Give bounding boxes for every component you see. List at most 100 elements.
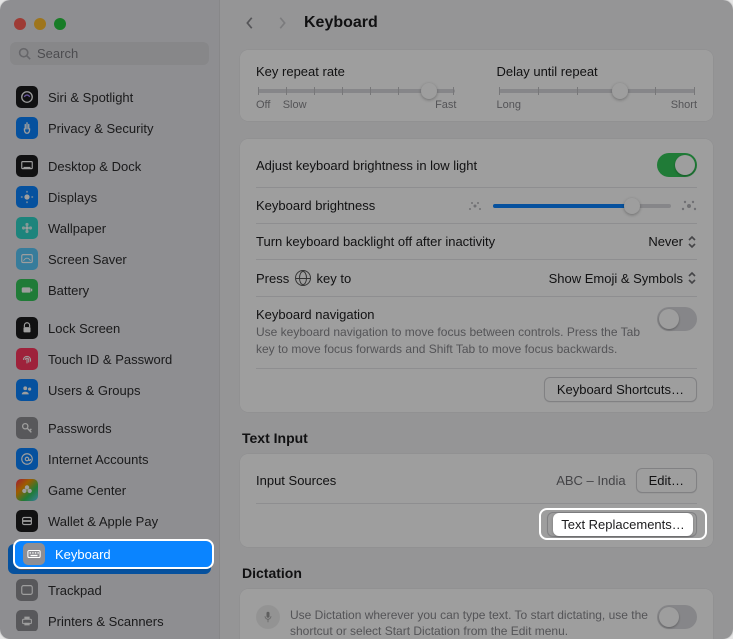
- sidebar-item-wallet-apple-pay[interactable]: Wallet & Apple Pay: [8, 506, 211, 536]
- rate-fast-label: Fast: [435, 99, 456, 111]
- keyboard-navigation-toggle[interactable]: [657, 307, 697, 331]
- dictation-heading: Dictation: [242, 565, 711, 581]
- text-replacements-button-cutout[interactable]: Text Replacements…: [553, 513, 693, 536]
- sidebar-item-label: Battery: [48, 283, 89, 298]
- sidebar-item-keyboard[interactable]: Keyboard: [15, 541, 212, 567]
- sidebar-item-displays[interactable]: Displays: [8, 182, 211, 212]
- forward-button[interactable]: [272, 16, 292, 30]
- close-window-button[interactable]: [14, 18, 26, 30]
- users-icon: [16, 379, 38, 401]
- auto-brightness-label: Adjust keyboard brightness in low light: [256, 158, 477, 173]
- flower-icon: [16, 217, 38, 239]
- lock-icon: [16, 317, 38, 339]
- sidebar-item-label: Game Center: [48, 483, 126, 498]
- sidebar-item-label: Siri & Spotlight: [48, 90, 133, 105]
- dictation-card: Use Dictation wherever you can type text…: [240, 589, 713, 639]
- printer-icon: [16, 610, 38, 631]
- globe-icon: [295, 270, 311, 286]
- key-repeat-rate-slider[interactable]: [258, 89, 455, 93]
- trackpad-icon: [16, 579, 38, 601]
- sun-icon: [16, 186, 38, 208]
- sidebar-item-game-center[interactable]: Game Center: [8, 475, 211, 505]
- key-repeat-rate-label: Key repeat rate: [256, 64, 457, 79]
- sidebar-item-printers-scanners[interactable]: Printers & Scanners: [8, 606, 211, 631]
- sidebar-item-internet-accounts[interactable]: Internet Accounts: [8, 444, 211, 474]
- delay-short-label: Short: [671, 99, 697, 111]
- brightness-high-icon: [681, 200, 697, 212]
- sidebar-item-screen-saver[interactable]: Screen Saver: [8, 244, 211, 274]
- backlight-inactivity-label: Turn keyboard backlight off after inacti…: [256, 234, 495, 249]
- sidebar-item-label: Internet Accounts: [48, 452, 148, 467]
- delay-until-repeat-slider[interactable]: [499, 89, 696, 93]
- siri-icon: [16, 86, 38, 108]
- minimize-window-button[interactable]: [34, 18, 46, 30]
- page-title: Keyboard: [304, 14, 378, 32]
- delay-long-label: Long: [497, 99, 521, 111]
- key-repeat-card: Key repeat rate Off Slow Fast Delay unti…: [240, 50, 713, 121]
- dictation-toggle[interactable]: [657, 605, 697, 629]
- fingerprint-icon: [16, 348, 38, 370]
- sidebar-item-privacy-security[interactable]: Privacy & Security: [8, 113, 211, 143]
- globe-key-label: Press key to: [256, 270, 351, 286]
- chevron-up-down-icon: [687, 271, 697, 285]
- keyboard-brightness-slider[interactable]: [493, 204, 671, 208]
- sidebar-item-label: Keyboard: [55, 547, 111, 562]
- search-placeholder: Search: [37, 46, 78, 61]
- sidebar-item-battery[interactable]: Battery: [8, 275, 211, 305]
- battery-icon: [16, 279, 38, 301]
- input-sources-edit-button[interactable]: Edit…: [636, 468, 697, 493]
- rate-slow-label: Slow: [283, 99, 307, 111]
- sidebar-item-passwords[interactable]: Passwords: [8, 413, 211, 443]
- sidebar-item-siri-spotlight[interactable]: Siri & Spotlight: [8, 82, 211, 112]
- chevron-up-down-icon: [687, 235, 697, 249]
- sidebar-item-label: Wallet & Apple Pay: [48, 514, 158, 529]
- sidebar-item-lock-screen[interactable]: Lock Screen: [8, 313, 211, 343]
- sidebar-item-desktop-dock[interactable]: Desktop & Dock: [8, 151, 211, 181]
- main-pane: Keyboard Key repeat rate Off Slow: [220, 0, 733, 639]
- sidebar-item-label: Screen Saver: [48, 252, 127, 267]
- auto-brightness-toggle[interactable]: [657, 153, 697, 177]
- input-sources-value: ABC – India: [556, 473, 625, 488]
- window-controls: [0, 8, 219, 42]
- sidebar-item-label: Wallpaper: [48, 221, 106, 236]
- brightness-low-icon: [467, 200, 483, 212]
- search-icon: [18, 47, 31, 60]
- sidebar-item-label: Passwords: [48, 421, 112, 436]
- input-sources-label: Input Sources: [256, 473, 336, 488]
- sidebar-item-wallpaper[interactable]: Wallpaper: [8, 213, 211, 243]
- sidebar-item-label: Privacy & Security: [48, 121, 153, 136]
- dictation-desc: Use Dictation wherever you can type text…: [290, 607, 657, 639]
- backlight-inactivity-select[interactable]: Never: [648, 234, 697, 249]
- rate-off-label: Off: [256, 99, 270, 111]
- keyboard-shortcuts-button[interactable]: Keyboard Shortcuts…: [544, 377, 697, 402]
- wallet-icon: [16, 510, 38, 532]
- keyboard-navigation-label: Keyboard navigation: [256, 307, 645, 322]
- sidebar-item-touch-id-password[interactable]: Touch ID & Password: [8, 344, 211, 374]
- delay-until-repeat-label: Delay until repeat: [497, 64, 698, 79]
- content-scroll[interactable]: Key repeat rate Off Slow Fast Delay unti…: [220, 42, 733, 639]
- sidebar-item-trackpad[interactable]: Trackpad: [8, 575, 211, 605]
- back-button[interactable]: [240, 16, 260, 30]
- sidebar-item-label: Printers & Scanners: [48, 614, 164, 629]
- sidebar-item-users-groups[interactable]: Users & Groups: [8, 375, 211, 405]
- at-icon: [16, 448, 38, 470]
- search-input[interactable]: Search: [10, 42, 209, 65]
- zoom-window-button[interactable]: [54, 18, 66, 30]
- microphone-icon: [256, 605, 280, 629]
- text-input-heading: Text Input: [242, 430, 711, 446]
- game-icon: [16, 479, 38, 501]
- sidebar-item-label: Users & Groups: [48, 383, 140, 398]
- keyboard-options-card: Adjust keyboard brightness in low light …: [240, 139, 713, 412]
- key-icon: [16, 417, 38, 439]
- hand-icon: [16, 117, 38, 139]
- sidebar-item-label: Trackpad: [48, 583, 102, 598]
- sidebar-item-label: Desktop & Dock: [48, 159, 141, 174]
- dock-icon: [16, 155, 38, 177]
- screen-icon: [16, 248, 38, 270]
- sidebar-item-label: Touch ID & Password: [48, 352, 172, 367]
- keyboard-icon: [23, 543, 45, 565]
- keyboard-navigation-desc: Use keyboard navigation to move focus be…: [256, 324, 645, 358]
- keyboard-brightness-label: Keyboard brightness: [256, 198, 375, 213]
- globe-key-action-select[interactable]: Show Emoji & Symbols: [549, 271, 697, 286]
- header: Keyboard: [220, 0, 733, 42]
